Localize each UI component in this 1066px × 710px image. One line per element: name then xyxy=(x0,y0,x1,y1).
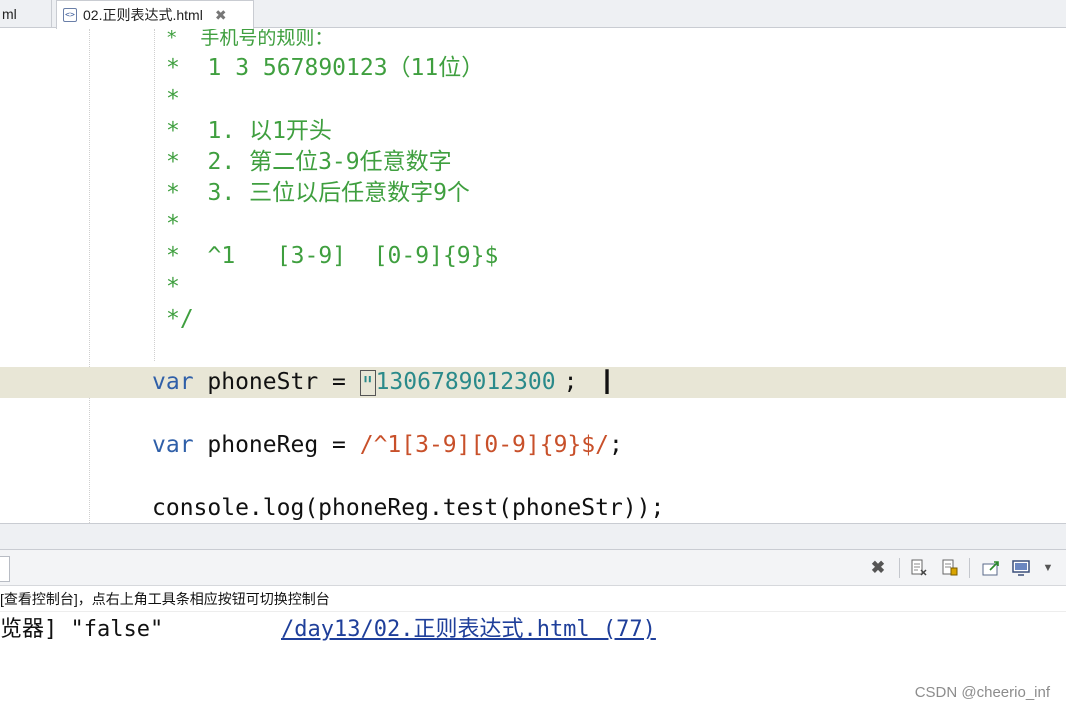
toolbar-separator xyxy=(899,558,900,578)
identifier-phone-str: phoneStr = xyxy=(193,369,360,395)
text-cursor-icon: I xyxy=(602,363,613,403)
comment-line: * ^1 [3-9] [0-9]{9}$ xyxy=(166,243,499,269)
comment-line: * xyxy=(166,274,180,300)
code-line-phone-reg[interactable]: var phoneReg = /^1[3-9][0-9]{9}$/; xyxy=(0,430,1066,461)
comment-line: * 手机号的规则： xyxy=(166,29,334,49)
panel-splitter[interactable] xyxy=(0,523,1066,550)
display-console-icon[interactable] xyxy=(1011,558,1031,578)
watermark: CSDN @cheerio_inf xyxy=(914,684,1050,701)
console-log-call: console.log(phoneReg.test(phoneStr)); xyxy=(152,495,665,521)
code-line-console-log[interactable]: console.log(phoneReg.test(phoneStr)); xyxy=(0,493,1066,523)
comment-line: * 2. 第二位3-9任意数字 xyxy=(166,149,452,175)
comment-line: * xyxy=(166,86,180,112)
code-editor[interactable]: * 手机号的规则： * 1 3 567890123（11位） * * 1. 以1… xyxy=(0,29,1066,523)
statement-end: ; xyxy=(608,432,623,458)
comment-line: * 3. 三位以后任意数字9个 xyxy=(166,180,470,206)
dropdown-icon[interactable]: ▼ xyxy=(1038,558,1058,578)
remove-launch-icon[interactable] xyxy=(909,558,929,578)
pin-console-icon[interactable] xyxy=(981,558,1001,578)
console-output: 览器] "false" /day13/02.正则表达式.html (77) CS… xyxy=(0,612,1066,710)
tab-previous-label: ml xyxy=(2,6,17,22)
comment-line: * xyxy=(166,211,180,237)
bracket-match-box: " xyxy=(359,369,376,399)
toolbar-separator xyxy=(969,558,970,578)
keyword-var: var xyxy=(152,432,194,458)
tab-regex-html-label: 02.正则表达式.html xyxy=(83,7,203,23)
html-file-icon: <> xyxy=(63,8,77,22)
comment-line: */ xyxy=(166,306,194,332)
tab-regex-html[interactable]: <> 02.正则表达式.html ✖ xyxy=(56,0,254,29)
identifier-phone-reg: phoneReg = xyxy=(193,432,360,458)
console-source-link[interactable]: /day13/02.正则表达式.html (77) xyxy=(281,614,656,646)
tab-previous-file[interactable]: ml xyxy=(0,0,52,28)
string-literal: 1306789012300 xyxy=(375,369,556,395)
comment-line: * 1. 以1开头 xyxy=(166,118,332,144)
scroll-lock-icon[interactable] xyxy=(940,558,960,578)
comment-line: * 1 3 567890123（11位） xyxy=(166,55,485,81)
code-line-phone-str[interactable]: var phoneStr = "1306789012300; xyxy=(0,367,1066,399)
statement-end: ; xyxy=(563,369,578,395)
keyword-var: var xyxy=(152,369,194,395)
console-tab[interactable] xyxy=(0,556,10,582)
console-hint-text: [查看控制台]，点右上角工具条相应按钮可切换控制台 xyxy=(0,586,1066,612)
regex-literal: /^1[3-9][0-9]{9}$/ xyxy=(359,432,609,458)
clear-icon[interactable]: ✖ xyxy=(868,558,888,578)
console-toolbar: ✖ ▼ xyxy=(0,550,1066,586)
editor-tab-bar: ml <> 02.正则表达式.html ✖ xyxy=(0,0,1066,29)
close-icon[interactable]: ✖ xyxy=(215,7,227,24)
console-output-value: 览器] "false" xyxy=(0,617,164,642)
